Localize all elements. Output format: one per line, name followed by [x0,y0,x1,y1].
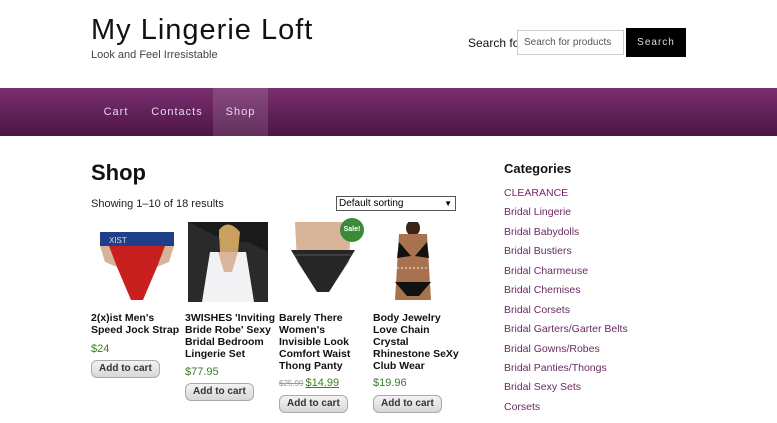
product-name[interactable]: Barely There Women's Invisible Look Comf… [279,312,369,372]
product-image[interactable] [373,222,453,302]
nav-item-cart[interactable]: Cart [91,88,141,136]
nav-item-shop[interactable]: Shop [213,88,268,136]
add-to-cart-button[interactable]: Add to cart [185,383,254,401]
chevron-down-icon: ▼ [444,199,452,208]
product-price: $19.96 [373,377,407,389]
main-nav: Cart Contacts Shop [0,88,777,136]
product-card: 3WISHES 'Inviting Bride Robe' Sexy Brida… [185,222,275,401]
site-title[interactable]: My Lingerie Loft [91,14,313,47]
sidebar-title: Categories [504,161,572,176]
product-name[interactable]: 2(x)ist Men's Speed Jock Strap [91,312,181,336]
sorting-selected-value: Default sorting [339,198,404,209]
product-name[interactable]: 3WISHES 'Inviting Bride Robe' Sexy Brida… [185,312,275,360]
category-link[interactable]: Bridal Gowns/Robes [504,343,600,355]
page-title: Shop [91,160,146,185]
product-image[interactable]: XIST [97,222,177,302]
category-link[interactable]: Bridal Bustiers [504,245,572,257]
category-link[interactable]: Bridal Lingerie [504,206,571,218]
search-input[interactable] [517,30,624,55]
sale-badge: Sale! [340,218,364,242]
add-to-cart-button[interactable]: Add to cart [279,395,348,413]
product-card: XIST 2(x)ist Men's Speed Jock Strap $24 … [91,222,179,378]
category-link[interactable]: Bridal Sexy Sets [504,381,581,393]
old-price: $25.99 [279,379,304,388]
category-link[interactable]: Bridal Panties/Thongs [504,362,607,374]
nav-item-contacts[interactable]: Contacts [141,88,213,136]
product-card: Body Jewelry Love Chain Crystal Rhinesto… [373,222,459,413]
category-link[interactable]: Bridal Corsets [504,304,570,316]
product-price: $25.99 $14.99 [279,377,339,389]
category-link[interactable]: CLEARANCE [504,187,568,199]
category-link[interactable]: Corsets [504,401,540,413]
add-to-cart-button[interactable]: Add to cart [373,395,442,413]
sorting-select[interactable]: Default sorting ▼ [336,196,456,211]
product-price: $24 [91,343,110,355]
add-to-cart-button[interactable]: Add to cart [91,360,160,378]
svg-text:XIST: XIST [109,236,127,245]
product-price: $77.95 [185,366,219,378]
site-tagline: Look and Feel Irresistable [91,49,218,61]
category-link[interactable]: Bridal Chemises [504,284,580,296]
site-header: My Lingerie Loft Look and Feel Irresista… [0,0,777,88]
product-image[interactable] [188,222,268,302]
category-link[interactable]: Bridal Charmeuse [504,265,588,277]
category-link[interactable]: Bridal Babydolls [504,226,579,238]
product-name[interactable]: Body Jewelry Love Chain Crystal Rhinesto… [373,312,463,372]
category-link[interactable]: Bridal Garters/Garter Belts [504,323,628,335]
search-button[interactable]: Search [626,28,686,57]
sale-price: $14.99 [305,377,340,389]
result-count: Showing 1–10 of 18 results [91,198,224,210]
